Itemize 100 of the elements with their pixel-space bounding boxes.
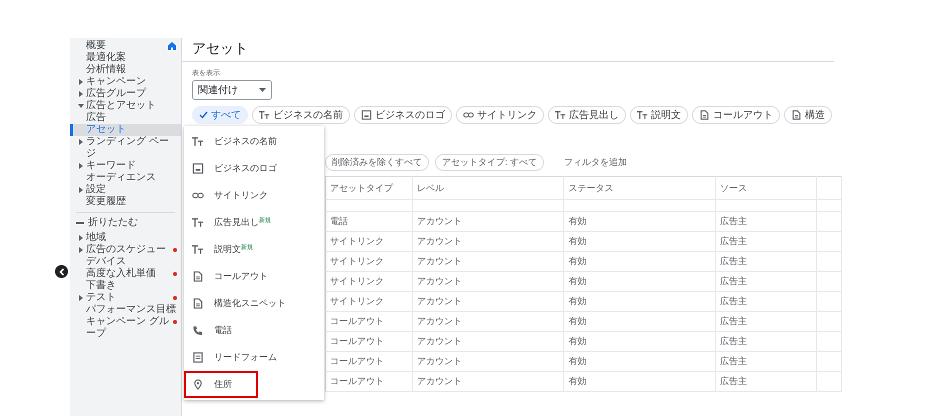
sidebar-item[interactable]: 変更履歴 (70, 196, 181, 208)
phone-icon (192, 325, 204, 336)
image-icon (192, 163, 204, 174)
sidebar-item[interactable]: キャンペーン (70, 76, 181, 88)
table-cell: コールアウト (326, 352, 412, 372)
table-cell: アカウント (412, 212, 564, 232)
document-icon (192, 271, 204, 282)
table-cell: サイトリンク (326, 292, 412, 312)
menu-item[interactable]: コールアウト (184, 263, 324, 290)
sidebar-item[interactable]: 分析情報 (70, 64, 181, 76)
table-cell: サイトリンク (326, 232, 412, 252)
table-cell: アカウント (412, 352, 564, 372)
caret-right-icon (78, 187, 84, 193)
sidebar-item[interactable]: ランディング ページ (70, 136, 181, 160)
location-pin-icon (192, 379, 204, 390)
dropdown-arrow-icon (259, 88, 266, 92)
table-cell: 有効 (564, 352, 716, 372)
table-cell: 広告主 (715, 272, 816, 292)
table-cell: アカウント (412, 332, 564, 352)
document-icon (791, 110, 802, 120)
sidebar-item[interactable]: 設定 (70, 184, 181, 196)
menu-item[interactable]: ビジネスの名前 (184, 128, 324, 155)
sidebar-item[interactable]: デバイス (70, 256, 181, 268)
table-cell: 広告主 (715, 312, 816, 332)
caret-right-icon (78, 139, 84, 145)
view-dropdown[interactable]: 関連付け (192, 80, 272, 100)
alert-dot-icon (173, 248, 177, 252)
sidebar-item[interactable]: 地域 (70, 232, 181, 244)
document-icon (192, 298, 204, 309)
collapse-button[interactable]: 折りたたむ (70, 217, 144, 229)
sidebar-item[interactable]: 広告のスケジュー (70, 244, 181, 256)
caret-right-icon (78, 163, 84, 169)
menu-item[interactable]: リードフォーム (184, 344, 324, 371)
page-title: アセット (182, 38, 834, 62)
sidebar-item[interactable]: 広告 (70, 112, 181, 124)
filter-chip[interactable]: ビジネスの名前 (252, 106, 350, 124)
alert-dot-icon (173, 320, 177, 324)
column-header[interactable]: ソース (715, 176, 816, 200)
sidebar-item[interactable]: 広告とアセット (70, 100, 181, 112)
table-cell: 有効 (564, 372, 716, 392)
table-cell: 広告主 (715, 252, 816, 272)
menu-item[interactable]: 電話 (184, 317, 324, 344)
table-cell: コールアウト (326, 312, 412, 332)
sidebar-item[interactable]: パフォーマンス目標 (70, 304, 181, 316)
text-size-icon (555, 110, 566, 120)
column-header[interactable]: レベル (412, 176, 564, 200)
table-cell: 広告主 (715, 332, 816, 352)
table-cell: アカウント (412, 312, 564, 332)
sidebar-item[interactable]: キャンペーン グループ (70, 316, 181, 340)
sidebar-item[interactable]: キーワード (70, 160, 181, 172)
filter-chip[interactable]: 説明文 (630, 106, 688, 124)
home-icon (167, 41, 177, 51)
text-size-icon (637, 110, 648, 120)
table-cell: 広告主 (715, 292, 816, 312)
table-cell: アカウント (412, 372, 564, 392)
table-cell: 有効 (564, 292, 716, 312)
filter-chip[interactable]: 構造 (784, 106, 832, 124)
link-icon (192, 190, 204, 201)
filter-chip[interactable]: ビジネスのロゴ (354, 106, 452, 124)
table-cell: 有効 (564, 252, 716, 272)
table-cell: 広告主 (715, 232, 816, 252)
alert-dot-icon (173, 272, 177, 276)
menu-item[interactable]: 住所 (184, 371, 258, 398)
table-cell: 電話 (326, 212, 412, 232)
column-header[interactable]: アセットタイプ (326, 176, 412, 200)
menu-item[interactable]: ビジネスのロゴ (184, 155, 324, 182)
menu-item[interactable]: サイトリンク (184, 182, 324, 209)
sidebar-item[interactable]: 概要 (70, 40, 181, 52)
link-icon (463, 110, 474, 120)
table-cell: 広告主 (715, 372, 816, 392)
table-cell: サイトリンク (326, 252, 412, 272)
sidebar-item[interactable]: 高度な入札単価 (70, 268, 181, 280)
table-cell: 有効 (564, 272, 716, 292)
filter-chip[interactable]: 削除済みを除くすべて (325, 154, 429, 171)
table-cell: 広告主 (715, 352, 816, 372)
sidebar-item[interactable]: 広告グループ (70, 88, 181, 100)
text-size-icon (192, 217, 204, 228)
menu-item[interactable]: 構造化スニペット (184, 290, 324, 317)
text-size-icon (192, 244, 204, 255)
table-cell: アカウント (412, 252, 564, 272)
filter-chip[interactable]: すべて (192, 106, 248, 124)
table-cell: アカウント (412, 272, 564, 292)
filter-chip[interactable]: コールアウト (692, 106, 780, 124)
table-cell: アカウント (412, 232, 564, 252)
sidebar-item[interactable]: 最適化案 (70, 52, 181, 64)
column-header[interactable]: ステータス (564, 176, 716, 200)
form-icon (192, 352, 204, 363)
chevron-left-icon[interactable] (55, 265, 68, 278)
document-icon (699, 110, 710, 120)
filter-chip[interactable]: サイトリンク (456, 106, 544, 124)
table-cell: 有効 (564, 312, 716, 332)
check-icon (199, 111, 208, 119)
filter-chip[interactable]: 広告見出し (548, 106, 626, 124)
table-cell: 有効 (564, 332, 716, 352)
sidebar-item[interactable]: オーディエンス (70, 172, 181, 184)
sidebar-item[interactable]: 下書き (70, 280, 181, 292)
table-cell: サイトリンク (326, 272, 412, 292)
add-filter-button[interactable]: フィルタを追加 (558, 155, 634, 170)
sidebar-item[interactable]: テスト (70, 292, 181, 304)
filter-chip[interactable]: アセットタイプ: すべて (435, 154, 544, 171)
